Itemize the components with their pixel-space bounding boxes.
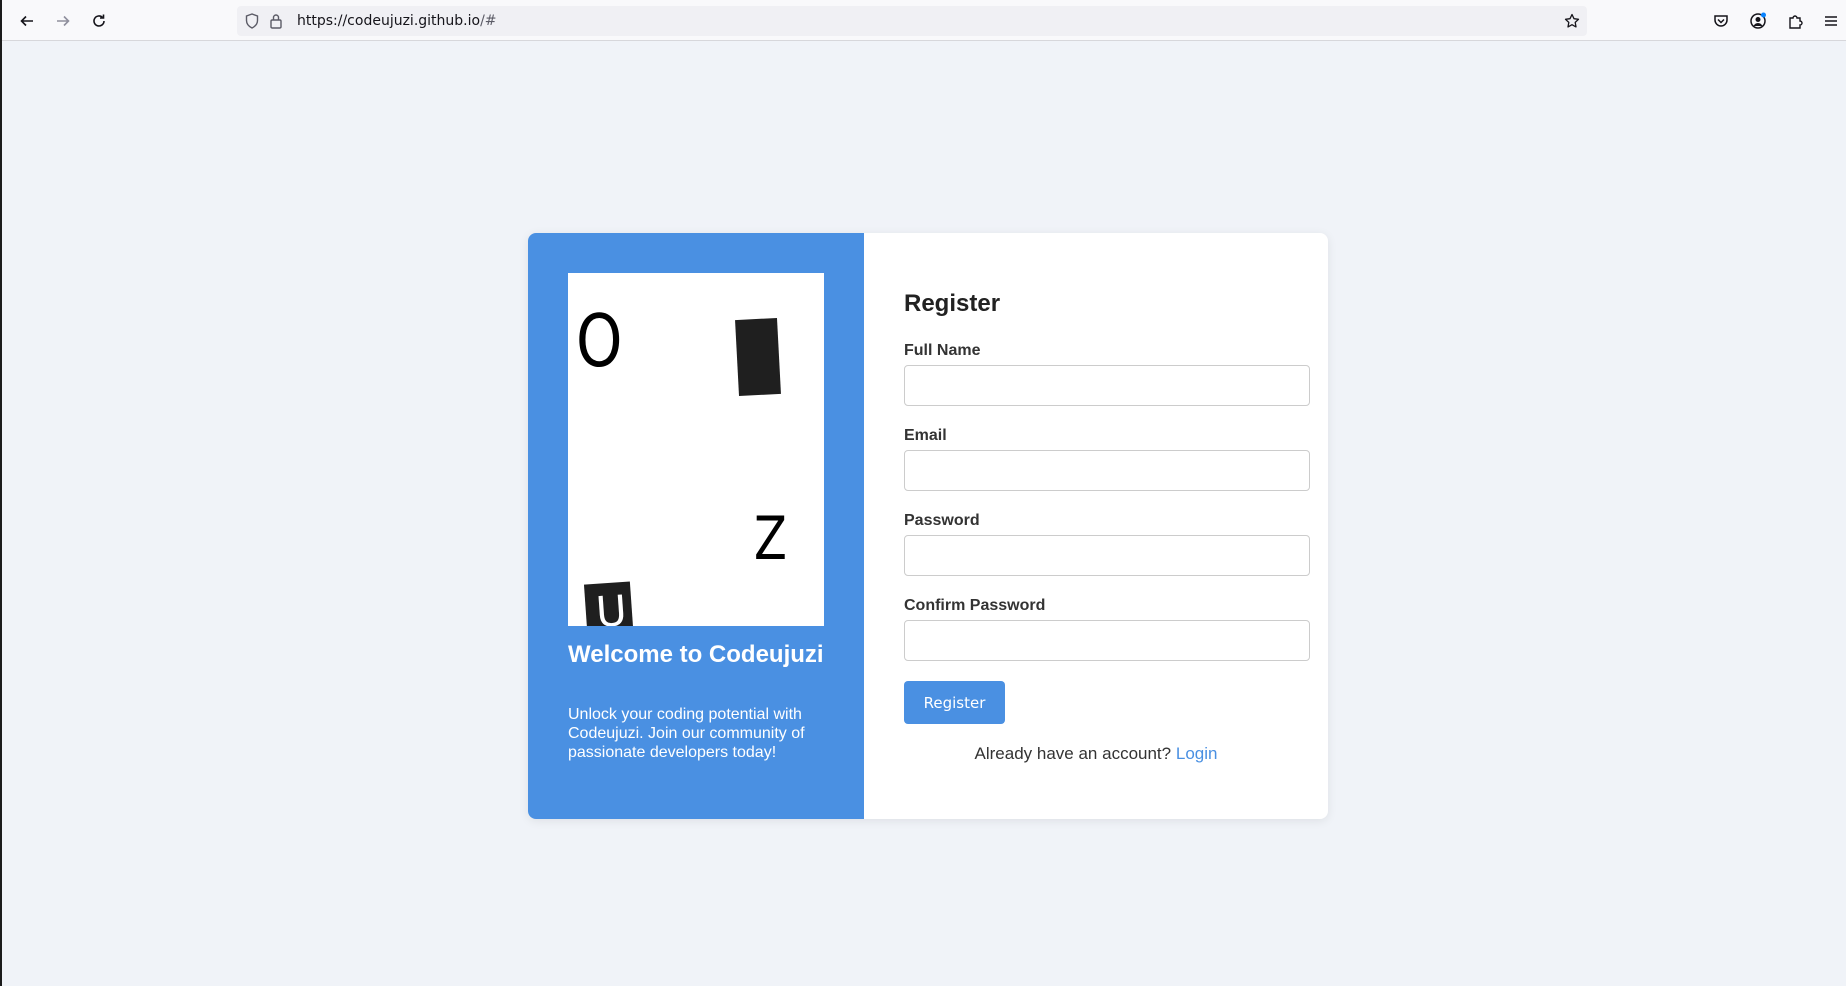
arrow-left-icon bbox=[20, 15, 33, 27]
puzzle-icon bbox=[1789, 15, 1803, 29]
window-edge bbox=[0, 0, 2, 986]
url-text[interactable]: https://codeujuzi.github.io/# bbox=[297, 13, 497, 29]
menu-button[interactable] bbox=[1818, 8, 1844, 34]
register-card: O Z U Welcome to Codeujuzi Unlock your c… bbox=[528, 233, 1328, 819]
star-icon[interactable] bbox=[1563, 12, 1581, 30]
url-host: https://codeujuzi.github.io bbox=[297, 13, 481, 29]
full-name-label: Full Name bbox=[904, 342, 981, 359]
hamburger-menu-icon bbox=[1825, 16, 1837, 26]
form-title: Register bbox=[904, 290, 1001, 317]
forward-button[interactable] bbox=[50, 8, 76, 34]
account-icon bbox=[1750, 12, 1766, 29]
confirm-password-input[interactable] bbox=[904, 620, 1310, 661]
confirm-password-label: Confirm Password bbox=[904, 597, 1046, 614]
email-label: Email bbox=[904, 427, 947, 444]
captcha-char: U bbox=[594, 585, 629, 626]
shield-icon[interactable] bbox=[243, 12, 261, 30]
login-prompt-row: Already have an account? Login bbox=[864, 744, 1328, 764]
account-button[interactable] bbox=[1745, 8, 1771, 34]
captcha-block bbox=[735, 317, 781, 397]
welcome-panel: O Z U Welcome to Codeujuzi Unlock your c… bbox=[528, 233, 864, 819]
password-label: Password bbox=[904, 512, 980, 529]
welcome-text: Unlock your coding potential with Codeuj… bbox=[568, 706, 805, 761]
captcha-block: U bbox=[583, 581, 635, 626]
reload-icon bbox=[93, 14, 105, 27]
reload-button[interactable] bbox=[86, 8, 112, 34]
captcha-image: O Z U bbox=[568, 273, 824, 626]
welcome-title: Welcome to Codeujuzi bbox=[568, 641, 824, 668]
arrow-right-icon bbox=[57, 15, 70, 27]
pocket-button[interactable] bbox=[1708, 8, 1734, 34]
register-form: Register Full Name Email Password Confir… bbox=[864, 233, 1328, 819]
captcha-char: O bbox=[576, 299, 623, 383]
captcha-char: Z bbox=[754, 504, 787, 574]
url-path: /# bbox=[480, 13, 497, 29]
extensions-button[interactable] bbox=[1782, 8, 1808, 34]
password-input[interactable] bbox=[904, 535, 1310, 576]
browser-toolbar: https://codeujuzi.github.io/# bbox=[2, 0, 1846, 41]
login-prompt: Already have an account? bbox=[974, 744, 1172, 763]
url-bar[interactable]: https://codeujuzi.github.io/# bbox=[237, 6, 1587, 36]
full-name-input[interactable] bbox=[904, 365, 1310, 406]
back-button[interactable] bbox=[14, 8, 40, 34]
lock-icon[interactable] bbox=[267, 12, 285, 30]
pocket-icon bbox=[1714, 15, 1728, 27]
login-link[interactable]: Login bbox=[1176, 744, 1218, 763]
email-input[interactable] bbox=[904, 450, 1310, 491]
register-button[interactable]: Register bbox=[904, 681, 1005, 724]
